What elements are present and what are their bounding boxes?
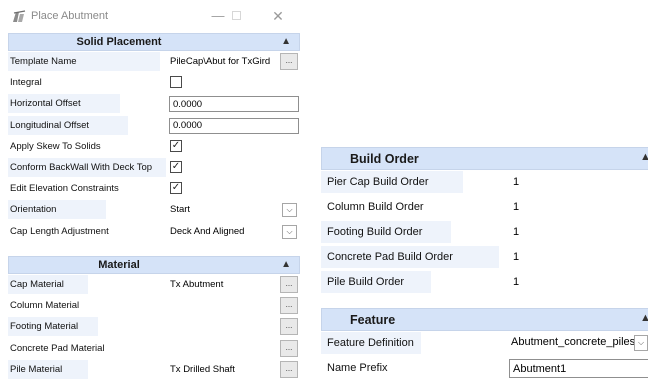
cap-length-select[interactable]: Deck And Aligned xyxy=(170,226,244,237)
footing-material-browse-button[interactable]: ... xyxy=(280,318,298,336)
horizontal-offset-input[interactable] xyxy=(169,96,299,113)
column-build-order-label: Column Build Order xyxy=(327,201,424,213)
footing-build-order-value[interactable]: 1 xyxy=(513,226,519,238)
longitudinal-offset-input[interactable] xyxy=(169,117,299,134)
close-button[interactable]: ✕ xyxy=(268,6,288,26)
apply-skew-row: Apply Skew To Solids ✓ xyxy=(8,136,300,157)
footing-build-order-row: Footing Build Order 1 xyxy=(321,220,648,245)
concrete-pad-build-order-label: Concrete Pad Build Order xyxy=(327,251,453,263)
pile-build-order-label: Pile Build Order xyxy=(327,276,405,288)
material-section: Material ▲ Cap Material Tx Abutment ... … xyxy=(8,256,300,380)
pier-cap-build-order-label: Pier Cap Build Order xyxy=(327,176,429,188)
footing-material-row: Footing Material ... xyxy=(8,316,300,337)
pier-cap-build-order-value[interactable]: 1 xyxy=(513,176,519,188)
integral-row: Integral xyxy=(8,72,300,93)
bridge-abutment-icon xyxy=(12,9,26,23)
solid-placement-section: Solid Placement ▲ Template Name PileCap\… xyxy=(8,33,300,242)
section-title: Solid Placement xyxy=(76,36,162,48)
name-prefix-row: Name Prefix xyxy=(321,356,648,381)
cap-material-label: Cap Material xyxy=(10,279,64,290)
chevron-down-icon[interactable]: ⌵ xyxy=(634,335,648,351)
pile-material-browse-button[interactable]: ... xyxy=(280,360,298,378)
conform-backwall-checkbox[interactable]: ✓ xyxy=(170,160,182,173)
pile-build-order-value[interactable]: 1 xyxy=(513,276,519,288)
concrete-pad-build-order-row: Concrete Pad Build Order 1 xyxy=(321,245,648,270)
collapse-chevron-icon[interactable]: ▲ xyxy=(640,151,648,163)
horizontal-offset-label: Horizontal Offset xyxy=(10,98,81,110)
pile-material-value[interactable]: Tx Drilled Shaft xyxy=(170,364,235,375)
column-material-label: Column Material xyxy=(10,300,80,312)
feature-section: Feature ▲ Feature Definition Abutment_co… xyxy=(321,308,648,381)
feature-definition-row: Feature Definition Abutment_concrete_pil… xyxy=(321,331,648,356)
template-name-label: Template Name xyxy=(10,56,77,67)
concrete-pad-material-browse-button[interactable]: ... xyxy=(280,339,298,357)
pile-build-order-row: Pile Build Order 1 xyxy=(321,270,648,295)
cap-length-row: Cap Length Adjustment Deck And Aligned ⌵ xyxy=(8,221,300,242)
template-browse-button[interactable]: ... xyxy=(280,53,298,70)
material-header[interactable]: Material ▲ xyxy=(8,256,300,274)
chevron-down-icon[interactable]: ⌵ xyxy=(282,203,297,218)
conform-backwall-label: Conform BackWall With Deck Top xyxy=(10,161,153,173)
feature-definition-select[interactable]: Abutment_concrete_piles xyxy=(511,336,641,348)
minimize-button[interactable]: — xyxy=(208,6,228,26)
place-abutment-dialog: Place Abutment — ✕ Solid Placement ▲ Tem… xyxy=(0,0,303,381)
template-name-row: Template Name PileCap\Abut for TxGird ..… xyxy=(8,51,300,72)
horizontal-offset-row: Horizontal Offset xyxy=(8,93,300,114)
column-material-row: Column Material ... xyxy=(8,295,300,316)
maximize-button[interactable] xyxy=(226,6,246,26)
pile-material-label: Pile Material xyxy=(10,363,63,375)
name-prefix-label: Name Prefix xyxy=(327,362,388,374)
feature-header[interactable]: Feature ▲ xyxy=(321,308,648,331)
chevron-down-icon[interactable]: ⌵ xyxy=(282,224,297,239)
window-title: Place Abutment xyxy=(31,10,109,22)
cap-material-row: Cap Material Tx Abutment ... xyxy=(8,274,300,295)
section-title: Material xyxy=(98,259,140,271)
column-material-browse-button[interactable]: ... xyxy=(280,297,298,315)
column-build-order-value[interactable]: 1 xyxy=(513,201,519,213)
template-name-value[interactable]: PileCap\Abut for TxGird xyxy=(170,56,270,67)
orientation-label: Orientation xyxy=(10,204,57,216)
footing-material-label: Footing Material xyxy=(10,321,79,333)
concrete-pad-build-order-value[interactable]: 1 xyxy=(513,251,519,263)
section-title: Feature xyxy=(350,313,396,327)
pier-cap-build-order-row: Pier Cap Build Order 1 xyxy=(321,170,648,195)
edit-elevation-row: Edit Elevation Constraints ✓ xyxy=(8,178,300,199)
collapse-chevron-icon[interactable]: ▲ xyxy=(281,36,291,47)
longitudinal-offset-label: Longitudinal Offset xyxy=(10,119,90,131)
edit-elevation-label: Edit Elevation Constraints xyxy=(10,183,119,195)
build-order-section: Build Order ▲ Pier Cap Build Order 1 Col… xyxy=(321,147,648,295)
footing-build-order-label: Footing Build Order xyxy=(327,226,423,238)
cap-material-value[interactable]: Tx Abutment xyxy=(170,279,223,290)
cap-material-browse-button[interactable]: ... xyxy=(280,276,298,293)
cap-length-label: Cap Length Adjustment xyxy=(10,225,109,237)
name-prefix-input[interactable] xyxy=(509,359,648,378)
concrete-pad-material-row: Concrete Pad Material ... xyxy=(8,338,300,359)
maximize-icon xyxy=(231,11,241,20)
collapse-chevron-icon[interactable]: ▲ xyxy=(640,312,648,324)
integral-label: Integral xyxy=(10,77,42,89)
apply-skew-checkbox[interactable]: ✓ xyxy=(170,139,182,152)
pile-material-row: Pile Material Tx Drilled Shaft ... xyxy=(8,359,300,380)
solid-placement-header[interactable]: Solid Placement ▲ xyxy=(8,33,300,51)
feature-definition-label: Feature Definition xyxy=(327,337,414,349)
title-bar[interactable]: Place Abutment — ✕ xyxy=(0,0,303,32)
integral-checkbox[interactable] xyxy=(170,76,182,89)
orientation-row: Orientation Start ⌵ xyxy=(8,199,300,220)
longitudinal-offset-row: Longitudinal Offset xyxy=(8,115,300,136)
orientation-select[interactable]: Start xyxy=(170,204,190,215)
apply-skew-label: Apply Skew To Solids xyxy=(10,140,101,152)
collapse-chevron-icon[interactable]: ▲ xyxy=(281,259,291,270)
build-order-header[interactable]: Build Order ▲ xyxy=(321,147,648,170)
edit-elevation-checkbox[interactable]: ✓ xyxy=(170,182,182,195)
concrete-pad-material-label: Concrete Pad Material xyxy=(10,342,105,354)
column-build-order-row: Column Build Order 1 xyxy=(321,195,648,220)
conform-backwall-row: Conform BackWall With Deck Top ✓ xyxy=(8,157,300,178)
section-title: Build Order xyxy=(350,152,419,166)
